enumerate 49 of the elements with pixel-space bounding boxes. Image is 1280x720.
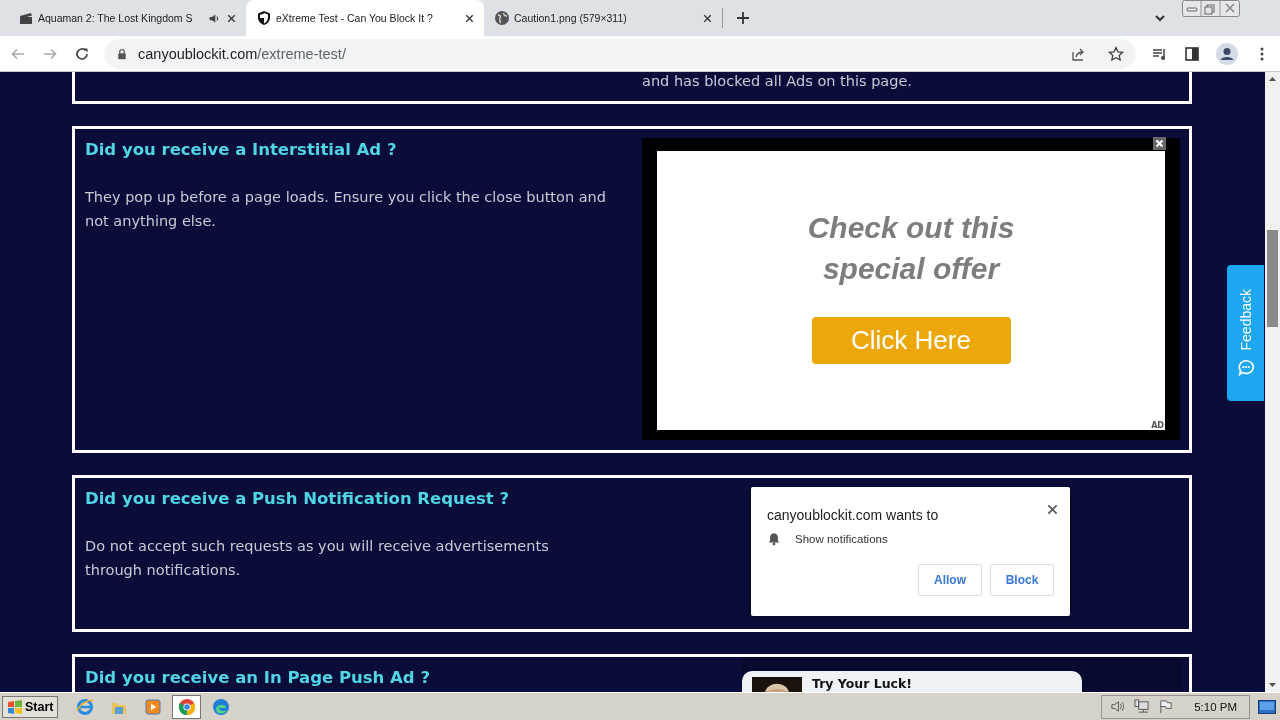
section-text: Do not accept such requests as you will receive advertisements through notifications. bbox=[85, 537, 550, 580]
url-text: canyoublockit.com/extreme-test/ bbox=[138, 45, 346, 62]
windows-logo-icon bbox=[7, 698, 23, 715]
star-icon[interactable] bbox=[1108, 45, 1124, 62]
section-text: and has blocked all Ads on this page. bbox=[642, 72, 912, 91]
globe-icon bbox=[494, 10, 510, 26]
profile-icon[interactable] bbox=[1216, 42, 1238, 65]
ad-label: AD bbox=[1151, 421, 1164, 430]
section-heading: Did you receive an In Page Push Ad ? bbox=[85, 667, 431, 689]
lock-icon bbox=[116, 47, 128, 60]
speaker-icon[interactable] bbox=[1110, 699, 1126, 714]
show-desktop-icon[interactable] bbox=[1258, 699, 1276, 714]
scrollbar-thumb[interactable] bbox=[1267, 230, 1278, 327]
prompt-button[interactable]: Allow bbox=[918, 564, 982, 596]
close-icon[interactable] bbox=[1153, 137, 1166, 150]
browser-tab[interactable]: Caution1.png (579×311) bbox=[484, 0, 722, 36]
clapperboard-icon bbox=[18, 10, 34, 26]
reload-icon[interactable] bbox=[74, 45, 90, 62]
section-heading: Did you receive a Push Notification Request ? bbox=[85, 488, 511, 510]
window-controls[interactable] bbox=[1182, 0, 1240, 17]
chrome-icon bbox=[178, 697, 196, 716]
new-tab-icon[interactable] bbox=[735, 10, 751, 26]
side-panel-icon[interactable] bbox=[1184, 45, 1200, 62]
start-button[interactable]: Start bbox=[2, 695, 59, 718]
prompt-button[interactable]: Block bbox=[990, 564, 1054, 596]
ad-headline: Check out this special offer bbox=[806, 210, 1016, 287]
clock-text: 5:10 PM bbox=[1194, 700, 1237, 713]
browser-e-icon bbox=[76, 697, 94, 716]
browser-tab[interactable]: eXtreme Test - Can You Block It ? bbox=[246, 0, 484, 36]
tab-title: eXtreme Test - Can You Block It ? bbox=[276, 12, 434, 24]
flag-icon[interactable] bbox=[1158, 699, 1174, 714]
shield-icon bbox=[256, 10, 272, 26]
browser-tab[interactable]: Aquaman 2: The Lost Kingdom S bbox=[8, 0, 246, 36]
taskbar-app[interactable] bbox=[172, 694, 202, 719]
card-title: Try Your Luck! bbox=[812, 677, 912, 691]
push-ad-card[interactable]: Try Your Luck! bbox=[742, 671, 1082, 692]
bell-icon bbox=[767, 532, 781, 546]
tab-title: Aquaman 2: The Lost Kingdom S bbox=[38, 12, 194, 24]
media-player-icon bbox=[144, 697, 162, 716]
section-heading: Did you receive a Interstitial Ad ? bbox=[85, 139, 398, 161]
address-field[interactable]: canyoublockit.com/extreme-test/ bbox=[104, 38, 1136, 69]
tab-title: Caution1.png (579×311) bbox=[514, 12, 628, 24]
section-text: They pop up before a page loads. Ensure you click the close button and not anything else. bbox=[85, 188, 607, 231]
prompt-title: canyoublockit.com wants to bbox=[767, 507, 939, 523]
edge-icon bbox=[212, 697, 230, 716]
network-icon[interactable] bbox=[1134, 699, 1150, 714]
close-icon[interactable] bbox=[1047, 503, 1058, 515]
chat-icon bbox=[1236, 358, 1255, 377]
permission-label: Show notifications bbox=[795, 533, 888, 545]
